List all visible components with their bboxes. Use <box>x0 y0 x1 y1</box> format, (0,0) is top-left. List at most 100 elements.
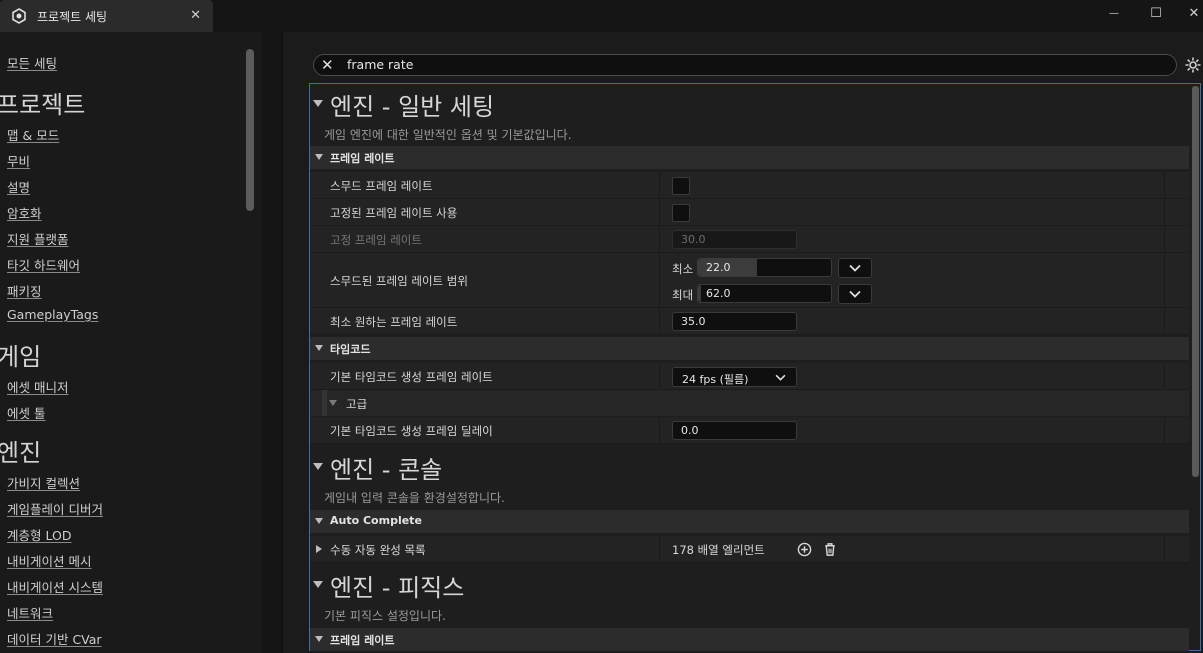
field-value: 0.0 <box>681 424 699 437</box>
column-divider <box>1164 172 1165 198</box>
row-label: 기본 타임코드 생성 프레임 딜레이 <box>330 424 493 438</box>
field-value: 62.0 <box>706 287 731 300</box>
sidebar-item-hierarchical-lod[interactable]: 계층형 LOD <box>7 525 71 544</box>
section-desc-console: 게임내 입력 콘솔을 환경설정합니다. <box>324 491 505 505</box>
min-frame-rate-field[interactable]: 22.0 <box>697 258 832 277</box>
column-divider <box>659 536 660 562</box>
sidebar-item-encryption[interactable]: 암호화 <box>7 203 42 222</box>
row-label: 수동 자동 완성 목록 <box>330 543 426 557</box>
sidebar-item-navigation-system[interactable]: 내비게이션 시스템 <box>7 577 103 596</box>
sidebar-item-target-hardware[interactable]: 타깃 하드웨어 <box>7 255 80 274</box>
sidebar-item-asset-manager[interactable]: 에셋 매니저 <box>7 377 68 396</box>
chevron-down-icon <box>775 371 786 384</box>
max-label: 최대 <box>672 288 694 302</box>
column-divider <box>659 226 660 252</box>
column-divider <box>659 253 660 307</box>
minimize-button[interactable]: — <box>1099 4 1129 22</box>
combo-value: 24 fps (필름) <box>682 373 749 386</box>
column-divider <box>659 199 660 225</box>
timecode-frame-rate-combo[interactable]: 24 fps (필름) <box>672 367 797 387</box>
sidebar-item-navigation-mesh[interactable]: 내비게이션 메시 <box>7 551 91 570</box>
sidebar-item-movies[interactable]: 무비 <box>7 151 30 170</box>
gear-icon[interactable] <box>1184 56 1202 74</box>
sidebar-item-network[interactable]: 네트워크 <box>7 603 53 622</box>
category-timecode[interactable]: 타임코드 <box>310 337 1189 360</box>
row-use-fixed-frame-rate: 고정된 프레임 레이트 사용 <box>310 199 1189 226</box>
expand-icon[interactable] <box>316 545 322 553</box>
title-bar: 프로젝트 세팅 ✕ — ☐ ✕ <box>0 0 1203 32</box>
sidebar-item-gameplay-debugger[interactable]: 게임플레이 디버거 <box>7 499 103 518</box>
close-window-button[interactable]: ✕ <box>1179 4 1203 22</box>
category-collapse-icon <box>315 518 323 524</box>
sidebar-item-packaging[interactable]: 패키징 <box>7 281 42 300</box>
category-physics-frame-rate[interactable]: 프레임 레이트 <box>310 628 1189 651</box>
max-frame-rate-field[interactable]: 62.0 <box>697 284 832 303</box>
timecode-frame-delay-field[interactable]: 0.0 <box>672 421 797 440</box>
settings-sidebar: 모든 세팅 프로젝트 맵 & 모드 무비 설명 암호화 지원 플랫폼 타깃 하드… <box>0 32 262 653</box>
sidebar-item-asset-tools[interactable]: 에셋 툴 <box>7 403 45 422</box>
column-divider <box>659 308 660 334</box>
column-divider <box>659 363 660 389</box>
section-collapse-icon[interactable] <box>313 581 323 588</box>
section-collapse-icon[interactable] <box>313 100 323 107</box>
field-value: 35.0 <box>681 315 706 328</box>
sidebar-item-description[interactable]: 설명 <box>7 177 30 196</box>
column-divider <box>659 417 660 443</box>
search-input[interactable]: frame rate <box>347 57 413 72</box>
sidebar-item-all-settings[interactable]: 모든 세팅 <box>7 53 57 72</box>
section-collapse-icon[interactable] <box>313 463 323 470</box>
row-label: 최소 원하는 프레임 레이트 <box>330 315 458 329</box>
row-label: 고정된 프레임 레이트 사용 <box>330 206 458 220</box>
row-default-timecode-frame-delay: 기본 타임코드 생성 프레임 딜레이 0.0 <box>310 417 1189 444</box>
min-desired-frame-rate-field[interactable]: 35.0 <box>672 312 797 331</box>
row-label: 고정 프레임 레이트 <box>330 233 422 247</box>
unreal-logo-icon <box>11 8 27 24</box>
min-label: 최소 <box>672 262 694 276</box>
project-settings-tab[interactable]: 프로젝트 세팅 ✕ <box>0 0 213 32</box>
advanced-collapse-icon <box>329 400 337 406</box>
field-value: 30.0 <box>681 233 706 246</box>
advanced-group[interactable]: 고급 <box>310 390 1189 416</box>
sidebar-group-engine: 엔진 <box>0 439 42 467</box>
section-title-general: 엔진 - 일반 세팅 <box>330 93 495 121</box>
field-value: 22.0 <box>706 261 731 274</box>
column-divider <box>1164 253 1165 307</box>
category-auto-complete[interactable]: Auto Complete <box>310 510 1189 533</box>
min-dropdown-button[interactable] <box>838 258 872 278</box>
maximize-button[interactable]: ☐ <box>1141 4 1171 22</box>
category-label: 프레임 레이트 <box>330 152 395 165</box>
advanced-label: 고급 <box>346 397 368 411</box>
clear-search-icon[interactable]: ✕ <box>321 56 334 74</box>
section-title-physics: 엔진 - 피직스 <box>330 574 465 602</box>
max-dropdown-button[interactable] <box>838 284 872 304</box>
column-divider <box>1164 536 1165 562</box>
array-count: 178 배열 엘리먼트 <box>672 543 765 557</box>
fixed-frame-rate-field[interactable]: 30.0 <box>672 230 797 249</box>
row-smoothed-frame-rate-range: 스무드된 프레임 레이트 범위 최소 22.0 최대 62.0 <box>310 253 1189 308</box>
search-box[interactable]: ✕ frame rate <box>313 54 1177 76</box>
sidebar-item-garbage-collection[interactable]: 가비지 컬렉션 <box>7 473 80 492</box>
smooth-frame-rate-checkbox[interactable] <box>672 177 690 195</box>
sidebar-item-maps-modes[interactable]: 맵 & 모드 <box>7 125 59 144</box>
splitter[interactable] <box>262 32 282 653</box>
use-fixed-frame-rate-checkbox[interactable] <box>672 204 690 222</box>
trash-icon[interactable] <box>822 541 838 557</box>
sidebar-scrollbar[interactable] <box>246 49 254 211</box>
chevron-down-icon <box>849 290 861 298</box>
tab-title: 프로젝트 세팅 <box>37 9 108 24</box>
row-smooth-frame-rate: 스무드 프레임 레이트 <box>310 172 1189 199</box>
column-divider <box>659 172 660 198</box>
indent-bar <box>322 390 327 416</box>
row-min-desired-frame-rate: 최소 원하는 프레임 레이트 35.0 <box>310 308 1189 335</box>
sidebar-item-supported-platforms[interactable]: 지원 플랫폼 <box>7 229 68 248</box>
sidebar-group-project: 프로젝트 <box>0 91 86 119</box>
plus-circle-icon[interactable] <box>796 541 812 557</box>
category-frame-rate[interactable]: 프레임 레이트 <box>310 146 1189 169</box>
sidebar-item-data-driven-cvar[interactable]: 데이터 기반 CVar <box>7 629 102 648</box>
panel-scrollbar[interactable] <box>1192 86 1199 477</box>
tab-close-icon[interactable]: ✕ <box>190 8 201 23</box>
row-label: 기본 타임코드 생성 프레임 레이트 <box>330 370 493 384</box>
chevron-down-icon <box>849 264 861 272</box>
section-desc-general: 게임 엔진에 대한 일반적인 옵션 및 기본값입니다. <box>324 128 572 142</box>
sidebar-item-gameplay-tags[interactable]: GameplayTags <box>7 307 98 322</box>
